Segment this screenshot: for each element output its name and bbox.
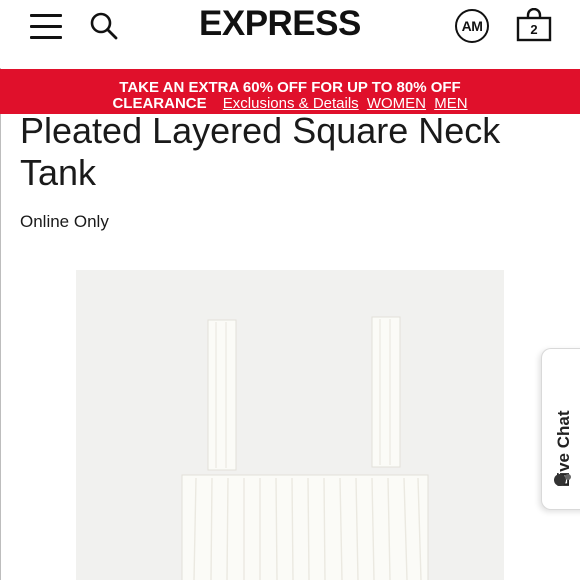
promo-banner: TAKE AN EXTRA 60% OFF FOR UP TO 80% OFF … xyxy=(0,69,580,114)
product-title: Pleated Layered Square Neck Tank xyxy=(20,110,501,193)
availability-label: Online Only xyxy=(20,212,109,231)
menu-icon[interactable] xyxy=(30,12,64,42)
promo-headline: TAKE AN EXTRA 60% OFF FOR UP TO 80% OFF xyxy=(119,79,461,96)
account-icon[interactable]: AM xyxy=(455,9,489,43)
search-icon[interactable] xyxy=(88,10,120,42)
shopping-bag-icon[interactable]: 2 xyxy=(515,7,553,42)
site-header: EXPRESS AM 2 xyxy=(0,0,580,68)
bag-count: 2 xyxy=(530,22,538,37)
express-logo[interactable]: EXPRESS xyxy=(199,4,361,44)
chat-icon xyxy=(554,474,571,486)
live-chat-button[interactable]: Live Chat xyxy=(541,348,580,510)
account-initials: AM xyxy=(461,18,483,34)
product-image[interactable] xyxy=(76,270,504,580)
